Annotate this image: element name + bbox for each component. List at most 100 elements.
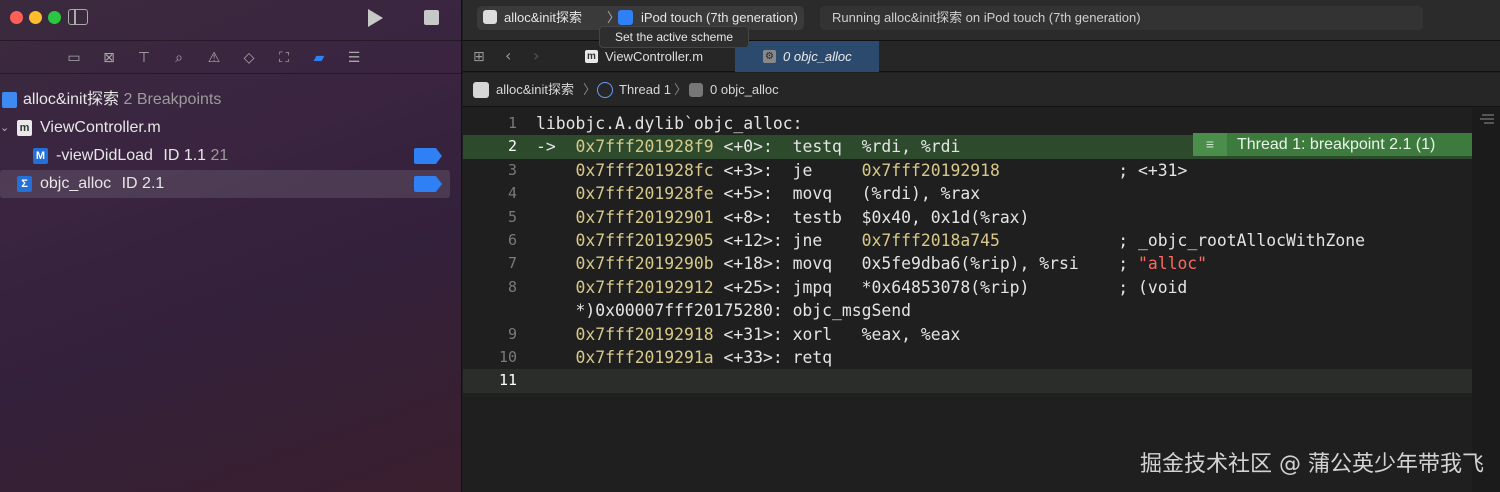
code-text: 0x7fff2019290b <+18>: movq 0x5fe9dba6(%r… bbox=[536, 252, 1207, 275]
code-line[interactable]: 9 0x7fff20192918 <+31>: xorl %eax, %eax bbox=[463, 323, 1472, 346]
breakpoint-method: -viewDidLoad bbox=[56, 147, 153, 164]
code-text: *)0x00007fff20175280: objc_msgSend bbox=[536, 299, 911, 322]
code-text: 0x7fff20192912 <+25>: jmpq *0x64853078(%… bbox=[536, 276, 1187, 299]
code-line[interactable]: 7 0x7fff2019290b <+18>: movq 0x5fe9dba6(… bbox=[463, 252, 1472, 275]
project-file-icon bbox=[2, 92, 17, 108]
code-line[interactable]: 8 0x7fff20192912 <+25>: jmpq *0x64853078… bbox=[463, 276, 1472, 299]
project-row[interactable]: alloc&init探索 2 Breakpoints bbox=[0, 86, 462, 114]
method-icon: M bbox=[33, 148, 48, 164]
line-number[interactable]: 4 bbox=[463, 182, 517, 205]
chevron-right-icon: 〉 bbox=[674, 82, 688, 97]
zoom-window-button[interactable] bbox=[48, 11, 61, 24]
symbolic-breakpoint-icon: Σ bbox=[17, 176, 32, 192]
app-icon bbox=[483, 10, 497, 24]
code-text: 0x7fff201928fe <+5>: movq (%rdi), %rax bbox=[536, 182, 980, 205]
sidebar-toggle-icon[interactable] bbox=[68, 9, 88, 25]
line-number[interactable]: 10 bbox=[463, 346, 517, 369]
navigator-pane: ▭ ⊠ ⊤ ⌕ ⚠ ◇ ⛶ ▰ ☰ alloc&init探索 2 Breakpo… bbox=[0, 0, 462, 492]
navigator-selector-bar: ▭ ⊠ ⊤ ⌕ ⚠ ◇ ⛶ ▰ ☰ bbox=[0, 40, 462, 74]
related-items-grid-icon[interactable]: ⊞ bbox=[473, 49, 489, 65]
code-text: 0x7fff2019291a <+33>: retq bbox=[536, 346, 832, 369]
breakpoint-row-objc-alloc[interactable]: Σ objc_alloc ID 2.1 bbox=[0, 170, 450, 198]
comment-text: ; <+31> bbox=[999, 160, 1188, 180]
line-number[interactable]: 5 bbox=[463, 206, 517, 229]
window-toolbar-right: alloc&init探索 〉 iPod touch (7th generatio… bbox=[463, 0, 1500, 48]
jump-project[interactable]: alloc&init探索 bbox=[496, 73, 574, 107]
back-arrow-icon[interactable]: ‹ bbox=[505, 46, 511, 65]
folder-icon[interactable]: ▭ bbox=[65, 49, 83, 67]
line-number[interactable]: 6 bbox=[463, 229, 517, 252]
pc-arrow bbox=[536, 161, 575, 180]
pc-arrow bbox=[536, 348, 575, 367]
breakpoint-list: alloc&init探索 2 Breakpoints ⌄ m ViewContr… bbox=[0, 86, 462, 198]
line-number[interactable]: 3 bbox=[463, 159, 517, 182]
debug-spray-icon[interactable]: ⛶ bbox=[275, 49, 293, 67]
minimap-line bbox=[1482, 114, 1494, 116]
breakpoint-line: 21 bbox=[210, 147, 229, 164]
instruction-address: 0x7fff20192912 bbox=[575, 277, 714, 297]
code-text: 0x7fff20192918 <+31>: xorl %eax, %eax bbox=[536, 323, 960, 346]
code-line[interactable]: 3 0x7fff201928fc <+3>: je 0x7fff20192918… bbox=[463, 159, 1472, 182]
code-line[interactable]: 6 0x7fff20192905 <+12>: jne 0x7fff2018a7… bbox=[463, 229, 1472, 252]
project-name: alloc&init探索 bbox=[23, 91, 120, 108]
instruction-text: <+0>: testq %rdi, %rdi bbox=[713, 137, 961, 157]
tab-objc-alloc[interactable]: ⚙ 0 objc_alloc bbox=[735, 41, 879, 72]
instruction-text: <+33>: retq bbox=[713, 348, 833, 367]
run-button[interactable] bbox=[368, 9, 383, 27]
issue-warning-icon[interactable]: ⚠ bbox=[205, 49, 223, 67]
pc-arrow bbox=[536, 325, 575, 344]
window-toolbar-left bbox=[0, 0, 462, 38]
breakpoint-title: -viewDidLoad ID 1.1 21 bbox=[56, 142, 228, 170]
breakpoint-annotation-text: Thread 1: breakpoint 2.1 (1) bbox=[1237, 136, 1436, 153]
string-literal: "alloc" bbox=[1137, 254, 1208, 274]
breakpoint-navigator-icon[interactable]: ▰ bbox=[310, 49, 328, 67]
breakpoint-flag-icon[interactable] bbox=[414, 148, 442, 164]
line-number[interactable]: 1 bbox=[463, 112, 517, 135]
stop-button[interactable] bbox=[424, 10, 439, 25]
instruction-text: <+3>: je bbox=[713, 160, 862, 180]
line-number[interactable]: 7 bbox=[463, 252, 517, 275]
disassembly-view[interactable]: 1 libobjc.A.dylib`objc_alloc: 2 -> 0x7fff20… bbox=[463, 108, 1500, 492]
pc-arrow bbox=[536, 231, 575, 250]
hierarchy-icon[interactable]: ⊤ bbox=[135, 49, 153, 67]
objc-m-file-icon: m bbox=[17, 120, 32, 136]
instruction-address: 0x7fff2019290b bbox=[575, 254, 714, 274]
report-icon[interactable]: ☰ bbox=[345, 49, 363, 67]
code-line[interactable]: 10 0x7fff2019291a <+33>: retq bbox=[463, 346, 1472, 369]
code-line[interactable]: 4 0x7fff201928fe <+5>: movq (%rdi), %rax bbox=[463, 182, 1472, 205]
pc-arrow bbox=[536, 278, 575, 297]
minimize-window-button[interactable] bbox=[29, 11, 42, 24]
line-number[interactable]: 11 bbox=[463, 369, 517, 392]
pc-arrow bbox=[536, 208, 575, 227]
code-line[interactable]: 5 0x7fff20192901 <+8>: testb $0x40, 0x1d… bbox=[463, 206, 1472, 229]
label-text: libobjc.A.dylib`objc_alloc: bbox=[536, 114, 803, 133]
breakpoint-row-viewdidload[interactable]: M -viewDidLoad ID 1.1 21 bbox=[0, 142, 462, 170]
instruction-text: <+12>: jne bbox=[713, 231, 862, 250]
instruction-address: 0x7fff201928fe bbox=[575, 184, 714, 204]
watermark: 掘金技术社区 @ 蒲公英少年带我飞 bbox=[1140, 452, 1484, 477]
source-control-icon[interactable]: ⊠ bbox=[100, 49, 118, 67]
forward-arrow-icon[interactable]: › bbox=[533, 46, 539, 65]
instruction-text: <+25>: jmpq *0x64853078(%rip) ; (void bbox=[713, 277, 1188, 297]
minimap-scroller[interactable] bbox=[1472, 108, 1500, 492]
file-name: ViewController.m bbox=[40, 119, 161, 136]
file-row[interactable]: ⌄ m ViewController.m bbox=[0, 114, 462, 142]
breakpoint-flag-icon[interactable] bbox=[414, 176, 442, 192]
target-address: 0x7fff20192918 bbox=[861, 160, 1000, 180]
close-window-button[interactable] bbox=[10, 11, 23, 24]
test-diamond-icon[interactable]: ◇ bbox=[240, 49, 258, 67]
thread-icon bbox=[597, 82, 613, 98]
line-number[interactable]: 9 bbox=[463, 323, 517, 346]
jump-thread[interactable]: Thread 1 bbox=[619, 73, 671, 107]
search-icon[interactable]: ⌕ bbox=[170, 49, 188, 67]
target-address: 0x7fff2018a745 bbox=[861, 231, 1000, 250]
code-line[interactable]: 11 bbox=[463, 369, 1472, 393]
disclosure-chevron-icon[interactable]: ⌄ bbox=[0, 114, 9, 142]
line-number[interactable]: 2 bbox=[463, 135, 517, 158]
line-number[interactable]: 8 bbox=[463, 276, 517, 299]
code-text: 0x7fff201928fc <+3>: je 0x7fff20192918 ;… bbox=[536, 159, 1187, 182]
code-line[interactable]: *)0x00007fff20175280: objc_msgSend bbox=[463, 299, 1472, 322]
code-line[interactable]: 1 libobjc.A.dylib`objc_alloc: bbox=[463, 112, 1472, 135]
jump-frame[interactable]: 0 objc_alloc bbox=[710, 73, 779, 107]
lines-icon[interactable]: ≡ bbox=[1193, 133, 1227, 156]
